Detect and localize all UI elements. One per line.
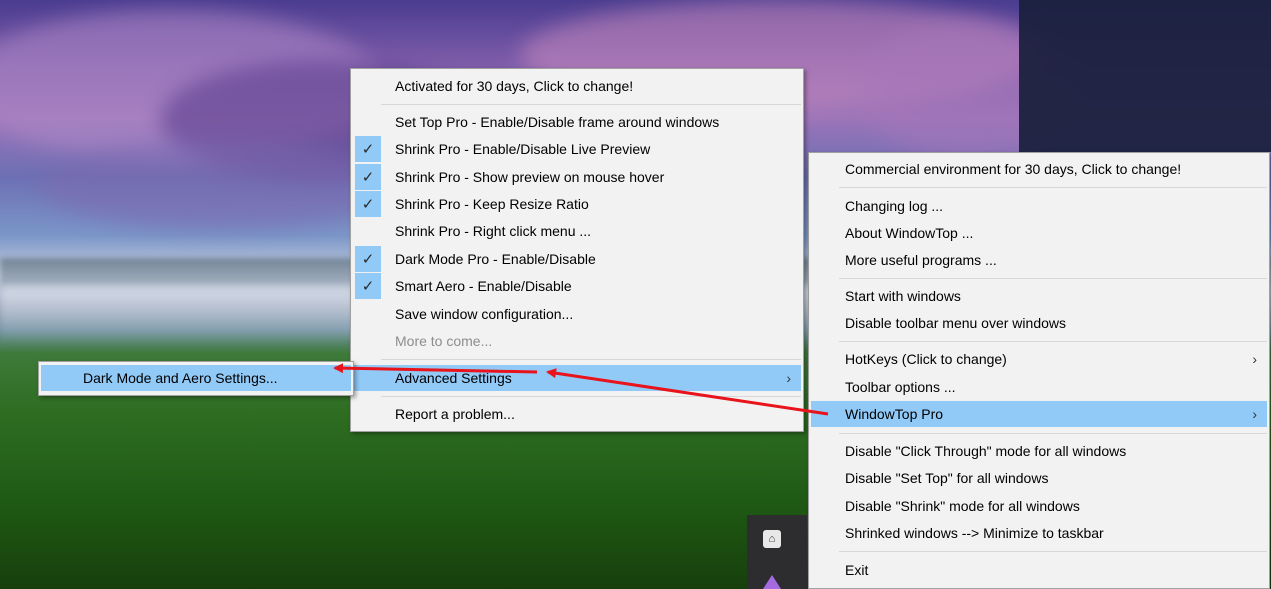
menu-item-exit[interactable]: Exit <box>811 557 1267 583</box>
chevron-right-icon: › <box>786 370 791 386</box>
menu-item-label: Dark Mode and Aero Settings... <box>83 370 278 386</box>
menu-item-label: Shrink Pro - Keep Resize Ratio <box>395 196 589 212</box>
menu-item-label: Shrink Pro - Show preview on mouse hover <box>395 169 665 185</box>
menu-separator <box>381 104 801 105</box>
windowtop-context-menu: Commercial environment for 30 days, Clic… <box>808 152 1270 589</box>
menu-item-label: Disable "Shrink" mode for all windows <box>845 498 1080 514</box>
menu-item-more-to-come: More to come... <box>353 328 801 354</box>
menu-item-dark-mode-aero-settings[interactable]: Dark Mode and Aero Settings... <box>41 365 351 391</box>
menu-item-label: More to come... <box>395 333 493 349</box>
menu-item-hotkeys[interactable]: HotKeys (Click to change) › <box>811 346 1267 372</box>
menu-item-label: Disable toolbar menu over windows <box>845 315 1066 331</box>
checkmark-icon: ✓ <box>355 191 381 217</box>
menu-item-label: More useful programs ... <box>845 252 997 268</box>
cloud <box>40 140 400 230</box>
background-window <box>1019 0 1271 152</box>
chevron-right-icon: › <box>1252 406 1257 422</box>
menu-item-smart-aero[interactable]: ✓ Smart Aero - Enable/Disable <box>353 273 801 299</box>
menu-separator <box>839 278 1267 279</box>
menu-separator <box>381 396 801 397</box>
menu-item-commercial-environment[interactable]: Commercial environment for 30 days, Clic… <box>811 156 1267 182</box>
menu-item-save-window-config[interactable]: Save window configuration... <box>353 301 801 327</box>
menu-item-dark-mode-pro[interactable]: ✓ Dark Mode Pro - Enable/Disable <box>353 246 801 272</box>
menu-item-toolbar-options[interactable]: Toolbar options ... <box>811 374 1267 400</box>
menu-item-label: Shrinked windows --> Minimize to taskbar <box>845 525 1104 541</box>
menu-item-label: Advanced Settings <box>395 370 512 386</box>
app-icon[interactable] <box>763 575 781 589</box>
menu-item-label: Commercial environment for 30 days, Clic… <box>845 161 1182 177</box>
menu-item-disable-shrink[interactable]: Disable "Shrink" mode for all windows <box>811 493 1267 519</box>
menu-item-label: Disable "Set Top" for all windows <box>845 470 1049 486</box>
menu-item-shrink-live-preview[interactable]: ✓ Shrink Pro - Enable/Disable Live Previ… <box>353 136 801 162</box>
checkmark-icon: ✓ <box>355 273 381 299</box>
windowtop-pro-submenu: Activated for 30 days, Click to change! … <box>350 68 804 432</box>
menu-item-disable-click-through[interactable]: Disable "Click Through" mode for all win… <box>811 438 1267 464</box>
menu-item-label: Set Top Pro - Enable/Disable frame aroun… <box>395 114 720 130</box>
checkmark-icon: ✓ <box>355 246 381 272</box>
menu-item-label: WindowTop Pro <box>845 406 944 422</box>
menu-item-label: Start with windows <box>845 288 961 304</box>
menu-separator <box>839 433 1267 434</box>
menu-item-label: Exit <box>845 562 869 578</box>
lock-icon[interactable]: ⌂ <box>763 530 781 548</box>
menu-item-shrink-right-click[interactable]: Shrink Pro - Right click menu ... <box>353 218 801 244</box>
menu-item-label: Activated for 30 days, Click to change! <box>395 78 634 94</box>
menu-item-shrinked-minimize[interactable]: Shrinked windows --> Minimize to taskbar <box>811 520 1267 546</box>
menu-item-label: Shrink Pro - Enable/Disable Live Preview <box>395 141 651 157</box>
menu-item-about[interactable]: About WindowTop ... <box>811 220 1267 246</box>
menu-separator <box>839 341 1267 342</box>
menu-item-label: Shrink Pro - Right click menu ... <box>395 223 592 239</box>
menu-item-label: Smart Aero - Enable/Disable <box>395 278 572 294</box>
menu-item-label: HotKeys (Click to change) <box>845 351 1007 367</box>
menu-item-label: Changing log ... <box>845 198 944 214</box>
menu-item-disable-toolbar-menu[interactable]: Disable toolbar menu over windows <box>811 310 1267 336</box>
menu-item-disable-set-top[interactable]: Disable "Set Top" for all windows <box>811 465 1267 491</box>
menu-item-label: Toolbar options ... <box>845 379 956 395</box>
menu-item-label: Disable "Click Through" mode for all win… <box>845 443 1127 459</box>
menu-item-changing-log[interactable]: Changing log ... <box>811 193 1267 219</box>
menu-item-label: Dark Mode Pro - Enable/Disable <box>395 251 596 267</box>
menu-item-start-with-windows[interactable]: Start with windows <box>811 283 1267 309</box>
menu-item-set-top-frame[interactable]: Set Top Pro - Enable/Disable frame aroun… <box>353 109 801 135</box>
menu-item-shrink-preview-hover[interactable]: ✓ Shrink Pro - Show preview on mouse hov… <box>353 164 801 190</box>
menu-item-label: Report a problem... <box>395 406 515 422</box>
menu-separator <box>381 359 801 360</box>
menu-item-more-programs[interactable]: More useful programs ... <box>811 247 1267 273</box>
menu-item-advanced-settings[interactable]: Advanced Settings › <box>353 365 801 391</box>
menu-item-label: About WindowTop ... <box>845 225 974 241</box>
checkmark-icon: ✓ <box>355 164 381 190</box>
menu-item-label: Save window configuration... <box>395 306 574 322</box>
chevron-right-icon: › <box>1252 351 1257 367</box>
menu-item-shrink-resize-ratio[interactable]: ✓ Shrink Pro - Keep Resize Ratio <box>353 191 801 217</box>
checkmark-icon: ✓ <box>355 136 381 162</box>
menu-separator <box>839 551 1267 552</box>
menu-separator <box>839 187 1267 188</box>
menu-item-activated[interactable]: Activated for 30 days, Click to change! <box>353 73 801 99</box>
menu-item-report-problem[interactable]: Report a problem... <box>353 401 801 427</box>
menu-item-windowtop-pro[interactable]: WindowTop Pro › <box>811 401 1267 427</box>
advanced-settings-submenu: Dark Mode and Aero Settings... <box>38 361 354 396</box>
